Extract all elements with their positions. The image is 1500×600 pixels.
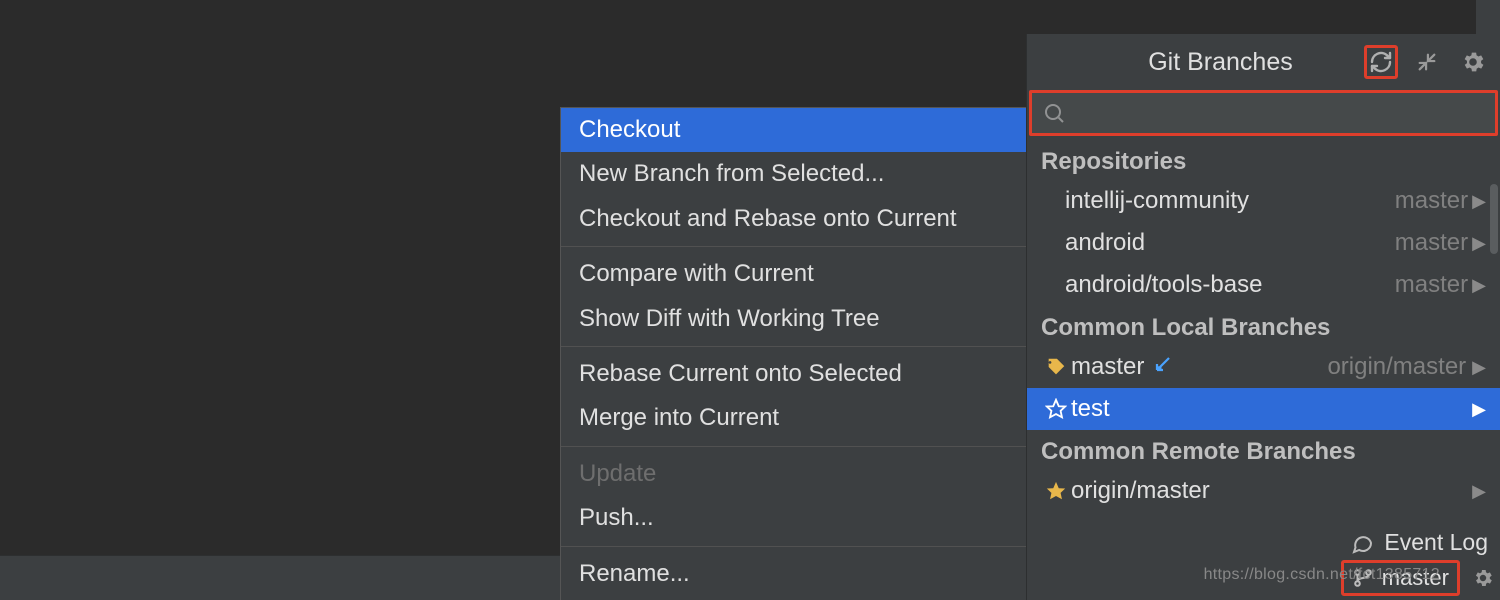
collapse-icon — [1416, 51, 1438, 73]
branches-panel-header: Git Branches — [1027, 34, 1500, 90]
git-branches-panel: Git Branches Repositories intellij-commu… — [1026, 34, 1500, 600]
menu-rename[interactable]: Rename... — [561, 552, 1026, 596]
search-icon — [1042, 101, 1066, 125]
menu-rebase-current-onto-selected[interactable]: Rebase Current onto Selected — [561, 352, 1026, 396]
chevron-right-icon: ▶ — [1472, 191, 1486, 212]
favorite-star-outline-icon — [1041, 398, 1071, 420]
watermark-text: https://blog.csdn.net/fct1385712 — [1204, 566, 1440, 584]
branch-name: master — [1071, 353, 1327, 381]
favorite-star-fill-icon — [1041, 480, 1071, 502]
chevron-right-icon: ▶ — [1472, 481, 1486, 502]
repo-name: android — [1041, 229, 1395, 257]
refresh-button[interactable] — [1364, 45, 1398, 79]
chevron-right-icon: ▶ — [1472, 233, 1486, 254]
menu-delete[interactable]: Delete — [561, 596, 1026, 600]
refresh-icon — [1369, 49, 1393, 75]
chevron-right-icon: ▶ — [1472, 357, 1486, 378]
repo-branch-label: master — [1395, 271, 1468, 299]
chevron-right-icon: ▶ — [1472, 399, 1486, 420]
repo-branch-label: master — [1395, 187, 1468, 215]
menu-checkout[interactable]: Checkout — [561, 108, 1026, 152]
menu-separator — [561, 346, 1026, 347]
chevron-right-icon: ▶ — [1472, 275, 1486, 296]
section-repositories-heading: Repositories — [1027, 140, 1500, 180]
favorite-tag-icon — [1041, 356, 1071, 378]
repo-branch-label: master — [1395, 229, 1468, 257]
event-log-button[interactable]: Event Log — [1350, 529, 1488, 556]
menu-merge-into-current[interactable]: Merge into Current — [561, 396, 1026, 440]
speech-bubble-icon — [1350, 531, 1374, 555]
branch-name: test — [1071, 395, 1472, 423]
event-log-label: Event Log — [1384, 529, 1488, 556]
branches-panel-title: Git Branches — [1027, 48, 1364, 77]
vertical-scrollbar[interactable] — [1490, 184, 1498, 254]
local-branch-item[interactable]: test ▶ — [1027, 388, 1500, 430]
branches-search-input[interactable] — [1029, 90, 1498, 136]
menu-show-diff-working-tree[interactable]: Show Diff with Working Tree — [561, 297, 1026, 341]
incoming-commits-icon — [1154, 355, 1172, 379]
menu-compare-with-current[interactable]: Compare with Current — [561, 252, 1026, 296]
tracking-branch-label: origin/master — [1327, 353, 1466, 381]
local-branch-item[interactable]: master origin/master ▶ — [1027, 346, 1500, 388]
repo-name: intellij-community — [1041, 187, 1395, 215]
gear-icon — [1472, 567, 1494, 589]
top-sliver — [1476, 0, 1500, 34]
settings-button[interactable] — [1456, 45, 1490, 79]
menu-separator — [561, 446, 1026, 447]
menu-separator — [561, 546, 1026, 547]
menu-push[interactable]: Push... — [561, 496, 1026, 540]
repo-name: android/tools-base — [1041, 271, 1395, 299]
branch-name: origin/master — [1071, 477, 1472, 505]
remote-branch-item[interactable]: origin/master ▶ — [1027, 470, 1500, 512]
menu-checkout-and-rebase[interactable]: Checkout and Rebase onto Current — [561, 197, 1026, 241]
menu-update: Update — [561, 452, 1026, 496]
repo-item[interactable]: intellij-community master ▶ — [1027, 180, 1500, 222]
status-settings-button[interactable] — [1472, 567, 1494, 594]
collapse-button[interactable] — [1410, 45, 1444, 79]
gear-icon — [1460, 49, 1486, 75]
repo-item[interactable]: android master ▶ — [1027, 222, 1500, 264]
menu-separator — [561, 246, 1026, 247]
section-local-branches-heading: Common Local Branches — [1027, 306, 1500, 346]
menu-new-branch-from-selected[interactable]: New Branch from Selected... — [561, 152, 1026, 196]
branches-header-actions — [1364, 45, 1490, 79]
branch-context-menu: Checkout New Branch from Selected... Che… — [560, 107, 1027, 600]
repo-item[interactable]: android/tools-base master ▶ — [1027, 264, 1500, 306]
section-remote-branches-heading: Common Remote Branches — [1027, 430, 1500, 470]
